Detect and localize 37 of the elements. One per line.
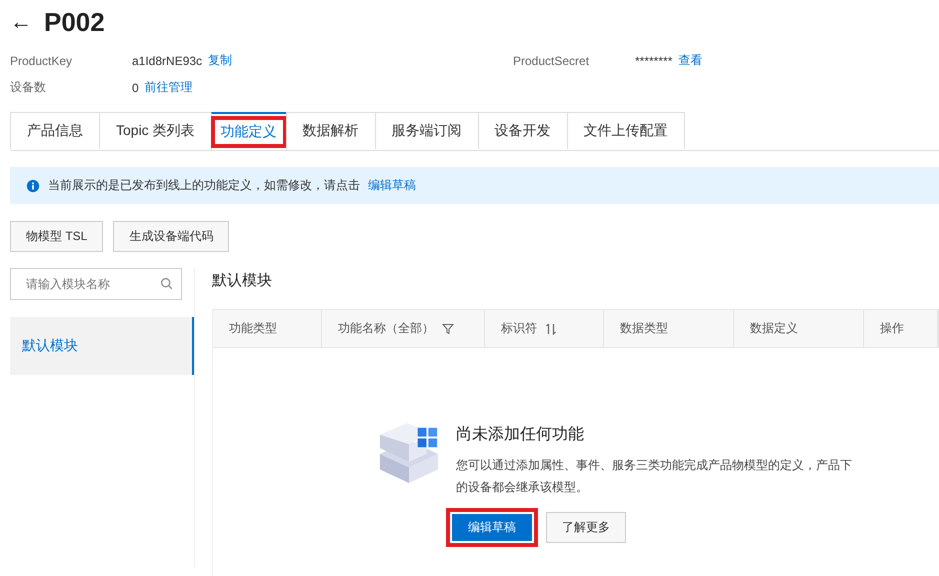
toolbar-button[interactable]: 物模型 TSL: [10, 221, 104, 252]
page-title: P002: [44, 6, 105, 38]
empty-title: 尚未添加任何功能: [456, 424, 585, 445]
column-header: 功能名称（全部）: [322, 310, 485, 347]
tab[interactable]: 功能定义: [210, 112, 287, 150]
column-header: 操作: [864, 310, 938, 347]
edit-draft-button[interactable]: 编辑草稿: [446, 508, 538, 547]
search-field[interactable]: 请输入模块名称: [10, 268, 182, 300]
back-button[interactable]: ←: [10, 9, 32, 35]
field-label: ProductKey: [10, 54, 74, 68]
column-header: 标识符: [485, 310, 604, 347]
toolbar-button[interactable]: 生成设备端代码: [113, 221, 230, 252]
field-value: a1Id8rNE93c: [132, 54, 202, 68]
field-label: ProductSecret: [513, 54, 590, 68]
field-value: 0: [132, 80, 139, 94]
field-value: ********: [635, 54, 672, 68]
info-icon: [26, 178, 40, 192]
tab[interactable]: 文件上传配置: [566, 112, 685, 149]
filter-icon[interactable]: [442, 322, 454, 334]
empty-description: 您可以通过添加属性、事件、服务三类功能完成产品物模型的定义，产品下的设备都会继承该模型。: [456, 457, 853, 496]
field-label: 设备数: [10, 79, 47, 96]
action-link[interactable]: 前往管理: [144, 79, 193, 96]
server-box-drawing: [378, 420, 440, 486]
tab[interactable]: 产品信息: [10, 112, 100, 149]
action-link[interactable]: 复制: [208, 52, 232, 69]
sort-icon[interactable]: [545, 322, 557, 334]
search-icon: [160, 277, 173, 290]
edit-draft-link[interactable]: 编辑草稿: [368, 177, 416, 194]
section-title: 默认模块: [212, 271, 273, 291]
column-header: 数据类型: [604, 310, 734, 347]
column-header: 数据定义: [734, 310, 864, 347]
module-item[interactable]: 默认模块: [10, 317, 194, 375]
learn-more-button[interactable]: 了解更多: [546, 512, 626, 543]
alert-text: 当前展示的是已发布到线上的功能定义，如需修改，请点击: [48, 177, 360, 194]
column-header: 功能类型: [213, 310, 322, 347]
action-link[interactable]: 查看: [678, 52, 702, 69]
tab[interactable]: 数据解析: [286, 112, 376, 149]
